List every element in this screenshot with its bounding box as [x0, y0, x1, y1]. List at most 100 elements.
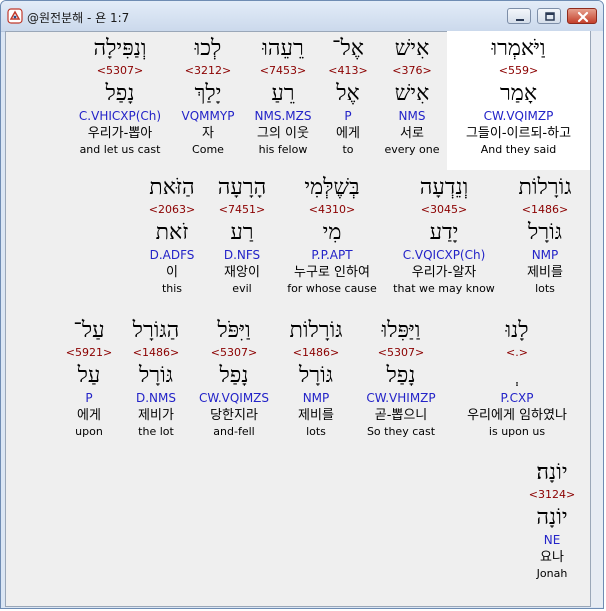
word-hebrew: הַזֹּאת	[149, 175, 195, 200]
strongs-number[interactable]: <1486>	[120, 346, 192, 360]
word-cell[interactable]: וַיַּפִּלוּ <5307> נָפַל CW.VHIMZP 곧-뽑으니…	[358, 316, 444, 454]
word-lemma: נָפַל	[105, 81, 135, 106]
word-english: to	[342, 143, 354, 156]
word-hebrew: הָרָעָה	[217, 175, 267, 200]
word-korean: 에게	[336, 126, 360, 141]
word-cell[interactable]: וְנֵדְעָה <3045> יָדַע C.VQICXP(Ch) 우리가-…	[387, 173, 501, 311]
word-cell[interactable]: הַזֹּאת <2063> זֹאת D.ADFS 이 this	[138, 173, 206, 311]
minimize-icon	[516, 19, 524, 21]
word-korean: 누구로 인하여	[294, 265, 370, 280]
word-cell[interactable]: לָנוּ <.> ְ P.CXP 우리에게 임하였나 is upon us	[446, 316, 588, 454]
word-cell[interactable]: אִישׁ <376> אִישׁ NMS 서로 every one	[378, 31, 446, 170]
word-cell[interactable]: גּוֹרָלוֹת <1486> גּוֹרָל NMP 제비를 lots	[276, 316, 356, 454]
maximize-button[interactable]	[537, 8, 561, 24]
strongs-number[interactable]: <.>	[446, 346, 588, 360]
word-korean: 이	[166, 265, 178, 280]
word-english: every one	[384, 143, 440, 156]
word-english: for whose cause	[287, 282, 377, 295]
word-cell[interactable]: יוֹנָה׃ <3124> יוֹנָה NE 요나 Jonah	[516, 458, 588, 596]
word-korean: 요나	[540, 550, 564, 565]
word-parsing: C.VQICXP(Ch)	[402, 248, 486, 262]
word-lemma: יוֹנָה	[536, 505, 568, 530]
word-parsing: P	[344, 109, 352, 123]
word-hebrew: וַיִּפֹּל	[217, 318, 251, 343]
strongs-number[interactable]: <5307>	[70, 64, 170, 78]
word-english: And they said	[480, 143, 557, 156]
maximize-icon	[545, 12, 555, 21]
word-korean: 그들이-이르되-하고	[465, 126, 572, 141]
word-lemma: יָדַע	[429, 220, 459, 245]
vertical-scrollbar[interactable]	[591, 31, 603, 607]
word-cell[interactable]: לְכוּ <3212> יָלַךְ VQMMYP 자 Come	[172, 31, 244, 170]
word-parsing: C.VHICXP(Ch)	[78, 109, 162, 123]
strongs-number[interactable]: <7453>	[245, 64, 321, 78]
word-hebrew: גּוֹרָלוֹת	[289, 318, 343, 343]
strongs-number[interactable]: <1486>	[276, 346, 356, 360]
word-cell[interactable]: אֶל־ <413> אֶל P 에게 to	[320, 31, 376, 170]
word-korean: 에게	[77, 408, 101, 423]
word-cell[interactable]: עַל־ <5921> עַל P 에게 upon	[60, 316, 118, 454]
minimize-button[interactable]	[507, 8, 531, 24]
word-english: evil	[232, 282, 252, 295]
word-cell[interactable]: וַיֹּאמְרוּ <559> אָמַר CW.VQIMZP 그들이-이르…	[447, 31, 590, 170]
strongs-number[interactable]: <5307>	[358, 346, 444, 360]
strongs-number[interactable]: <3124>	[516, 488, 588, 502]
word-parsing: P.CXP	[500, 391, 534, 405]
word-cell[interactable]: וְנַפִּילָה <5307> נָפַל C.VHICXP(Ch) 우리…	[70, 31, 170, 170]
word-lemma: גּוֹרָל	[299, 363, 333, 388]
word-hebrew: גוֹרָלוֹת	[518, 175, 572, 200]
word-cell[interactable]: בְּשֶׁלְּמִי <4310> מִי P.P.APT 누구로 인하여 …	[278, 173, 386, 311]
word-lemma: יָלַךְ	[194, 81, 222, 106]
word-lemma: ְ	[446, 360, 588, 390]
strongs-number[interactable]: <3212>	[172, 64, 244, 78]
word-cell[interactable]: הָרָעָה <7451> רַע D.NFS 재앙이 evil	[208, 173, 276, 311]
strongs-number[interactable]: <5307>	[194, 346, 274, 360]
strongs-number[interactable]: <7451>	[208, 203, 276, 217]
word-hebrew: יוֹנָה׃	[536, 460, 568, 485]
word-lemma: גּוֹרָל	[528, 220, 562, 245]
word-english: So they cast	[366, 425, 436, 438]
word-cell[interactable]: וַיִּפֹּל <5307> נָפַל CW.VQIMZS 당한지라 an…	[194, 316, 274, 454]
word-lemma: רַע	[230, 220, 254, 245]
strongs-number[interactable]: <2063>	[138, 203, 206, 217]
word-english: that we may know	[393, 282, 495, 295]
word-korean: 우리가-알자	[411, 265, 477, 280]
strongs-number[interactable]: <4310>	[278, 203, 386, 217]
word-hebrew: וַיֹּאמְרוּ	[491, 36, 546, 61]
word-hebrew: הַגּוֹרָל	[132, 318, 180, 343]
word-parsing: P.P.APT	[311, 248, 353, 262]
word-hebrew: אִישׁ	[394, 36, 430, 61]
strongs-number[interactable]: <559>	[447, 64, 590, 78]
word-parsing: CW.VHIMZP	[366, 391, 436, 405]
word-lemma: אִישׁ	[394, 81, 430, 106]
word-english: is upon us	[488, 425, 546, 438]
word-parsing: NMP	[302, 391, 330, 405]
word-english: and let us cast	[79, 143, 161, 156]
word-parsing: NMS.MZS	[254, 109, 312, 123]
strongs-number[interactable]: <376>	[378, 64, 446, 78]
strongs-number[interactable]: <5921>	[60, 346, 118, 360]
word-lemma: גּוֹרָל	[139, 363, 173, 388]
word-hebrew: רֵעֵהוּ	[262, 36, 304, 61]
word-parsing: D.ADFS	[149, 248, 195, 262]
word-english: Jonah	[536, 567, 568, 580]
word-lemma: עַל	[77, 363, 101, 388]
title-bar[interactable]: @원전분해 - 욘 1:7	[1, 1, 603, 32]
word-english: lots	[306, 425, 326, 438]
word-cell[interactable]: רֵעֵהוּ <7453> רֵעַ NMS.MZS 그의 이웃 his fe…	[245, 31, 321, 170]
word-english: and-fell	[213, 425, 255, 438]
word-korean: 당한지라	[210, 408, 258, 423]
strongs-number[interactable]: <413>	[320, 64, 376, 78]
strongs-number[interactable]: <3045>	[387, 203, 501, 217]
window-title: @원전분해 - 욘 1:7	[27, 11, 130, 25]
word-cell[interactable]: גוֹרָלוֹת <1486> גּוֹרָל NMP 제비를 lots	[502, 173, 588, 311]
close-button[interactable]	[567, 8, 597, 24]
word-korean: 자	[202, 126, 214, 141]
word-hebrew: וַיַּפִּלוּ	[381, 318, 421, 343]
word-lemma: נָפַל	[219, 363, 249, 388]
word-korean: 재앙이	[224, 265, 260, 280]
word-english: lots	[535, 282, 555, 295]
word-cell[interactable]: הַגּוֹרָל <1486> גּוֹרָל D.NMS 제비가 the l…	[120, 316, 192, 454]
strongs-number[interactable]: <1486>	[502, 203, 588, 217]
word-english: upon	[75, 425, 103, 438]
